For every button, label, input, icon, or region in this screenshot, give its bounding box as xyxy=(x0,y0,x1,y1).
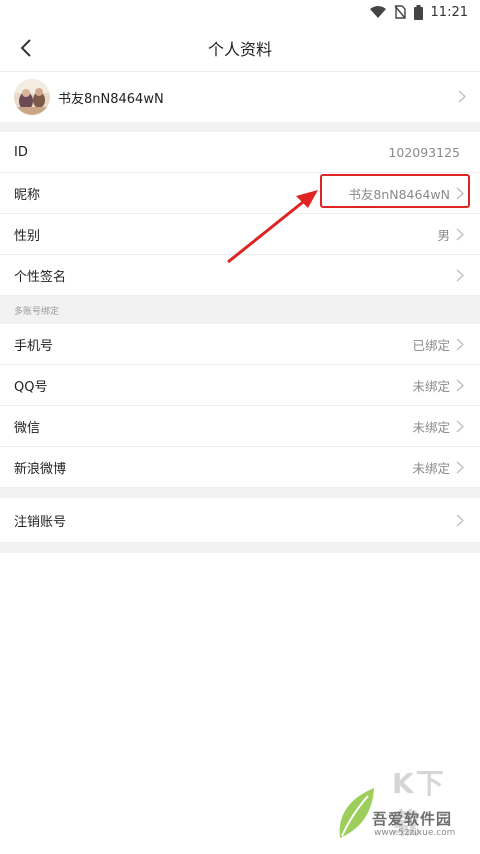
watermark: K下载 吾爱软件园 www.52zixue.com xyxy=(334,758,474,848)
watermark-url: www.52zixue.com xyxy=(374,828,456,838)
watermark-name: 吾爱软件园 xyxy=(372,810,453,828)
annotation-arrow xyxy=(227,190,318,264)
